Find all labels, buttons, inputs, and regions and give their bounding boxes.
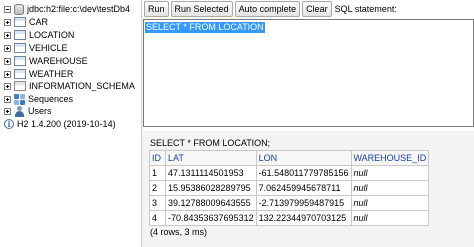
table-icon bbox=[14, 69, 26, 79]
expand-icon[interactable] bbox=[4, 107, 11, 115]
table-row: 4 -70.84353637695312 132.22344970703125 … bbox=[149, 210, 430, 226]
column-header-lon[interactable]: LON bbox=[255, 150, 352, 166]
expand-icon[interactable] bbox=[4, 82, 11, 90]
expand-icon[interactable] bbox=[4, 44, 11, 52]
cell-lon: 132.22344970703125 bbox=[255, 210, 352, 226]
collapse-icon[interactable] bbox=[4, 5, 11, 13]
result-table: ID LAT LON WAREHOUSE_ID 1 47.13111145019… bbox=[149, 150, 430, 226]
cell-warehouse-id: null bbox=[350, 180, 430, 196]
table-row: 1 47.1311114501953 -61.548011779785156 n… bbox=[149, 165, 430, 181]
table-icon bbox=[14, 17, 26, 27]
result-query: SELECT * FROM LOCATION; bbox=[150, 138, 271, 148]
sql-statement-label: SQL statement: bbox=[334, 4, 397, 14]
result-panel: SELECT * FROM LOCATION; ID LAT LON WAREH… bbox=[143, 131, 474, 247]
schema-label: INFORMATION_SCHEMA bbox=[29, 81, 135, 91]
cell-lon: -2.713979959487915 bbox=[255, 195, 352, 211]
expand-icon[interactable] bbox=[4, 57, 11, 65]
expand-icon[interactable] bbox=[4, 18, 11, 26]
tree-version: i H2 1.4.200 (2019-10-14) bbox=[4, 118, 116, 130]
cell-id: 3 bbox=[149, 195, 166, 211]
table-label: WAREHOUSE bbox=[29, 56, 88, 66]
table-row: 3 39.12788009643555 -2.713979959487915 n… bbox=[149, 195, 430, 211]
cell-warehouse-id: null bbox=[350, 165, 430, 181]
cell-id: 2 bbox=[149, 180, 166, 196]
cell-warehouse-id: null bbox=[350, 210, 430, 226]
tree-table-warehouse[interactable]: WAREHOUSE bbox=[4, 55, 88, 67]
cell-lat: 15.95386028289795 bbox=[165, 180, 257, 196]
tree-table-location[interactable]: LOCATION bbox=[4, 29, 74, 41]
sql-editor[interactable]: SELECT * FROM LOCATION bbox=[143, 19, 474, 127]
tree-table-weather[interactable]: WEATHER bbox=[4, 68, 73, 80]
folder-icon bbox=[14, 81, 26, 91]
cell-id: 4 bbox=[149, 210, 166, 226]
tree-information-schema[interactable]: INFORMATION_SCHEMA bbox=[4, 80, 135, 92]
cell-lat: -70.84353637695312 bbox=[165, 210, 257, 226]
tree-table-vehicle[interactable]: VEHICLE bbox=[4, 42, 68, 54]
info-icon: i bbox=[4, 119, 14, 129]
table-header-row: ID LAT LON WAREHOUSE_ID bbox=[149, 150, 430, 166]
tree-connection[interactable]: jdbc:h2:file:c:\dev\testDb4 bbox=[4, 3, 130, 15]
sql-text-selected[interactable]: SELECT * FROM LOCATION bbox=[145, 22, 265, 33]
clear-button[interactable]: Clear bbox=[302, 1, 332, 17]
cell-lat: 47.1311114501953 bbox=[165, 165, 257, 181]
table-icon bbox=[14, 56, 26, 66]
cell-warehouse-id: null bbox=[350, 195, 430, 211]
cell-lat: 39.12788009643555 bbox=[165, 195, 257, 211]
schema-tree: jdbc:h2:file:c:\dev\testDb4 CAR LOCATION… bbox=[0, 0, 141, 247]
table-icon bbox=[14, 30, 26, 40]
cell-lon: 7.062459945678711 bbox=[255, 180, 352, 196]
table-label: LOCATION bbox=[29, 30, 75, 40]
column-header-warehouse-id[interactable]: WAREHOUSE_ID bbox=[350, 150, 430, 166]
tree-table-car[interactable]: CAR bbox=[4, 16, 48, 28]
expand-icon[interactable] bbox=[4, 70, 11, 78]
users-icon bbox=[14, 105, 25, 117]
run-button[interactable]: Run bbox=[144, 1, 169, 17]
sequences-label: Sequences bbox=[28, 94, 74, 104]
tree-users[interactable]: Users bbox=[4, 105, 52, 117]
connection-label: jdbc:h2:file:c:\dev\testDb4 bbox=[27, 4, 131, 14]
table-row: 2 15.95386028289795 7.062459945678711 nu… bbox=[149, 180, 430, 196]
column-header-lat[interactable]: LAT bbox=[165, 150, 257, 166]
cell-lon: -61.548011779785156 bbox=[255, 165, 352, 181]
table-label: WEATHER bbox=[29, 69, 74, 79]
run-selected-button[interactable]: Run Selected bbox=[170, 1, 233, 17]
auto-complete-button[interactable]: Auto complete bbox=[234, 1, 301, 17]
tree-sequences[interactable]: Sequences bbox=[4, 93, 73, 105]
version-label: H2 1.4.200 (2019-10-14) bbox=[17, 119, 116, 129]
expand-icon[interactable] bbox=[4, 31, 11, 39]
expand-icon[interactable] bbox=[4, 95, 11, 103]
sequences-icon bbox=[14, 93, 25, 105]
column-header-id[interactable]: ID bbox=[149, 150, 166, 166]
table-label: CAR bbox=[29, 17, 49, 27]
result-footer: (4 rows, 3 ms) bbox=[150, 227, 208, 237]
cell-id: 1 bbox=[149, 165, 166, 181]
table-label: VEHICLE bbox=[29, 43, 68, 53]
table-icon bbox=[14, 43, 26, 53]
database-icon bbox=[14, 3, 24, 15]
users-label: Users bbox=[28, 106, 52, 116]
toolbar: Run Run Selected Auto complete Clear SQL… bbox=[143, 0, 474, 18]
